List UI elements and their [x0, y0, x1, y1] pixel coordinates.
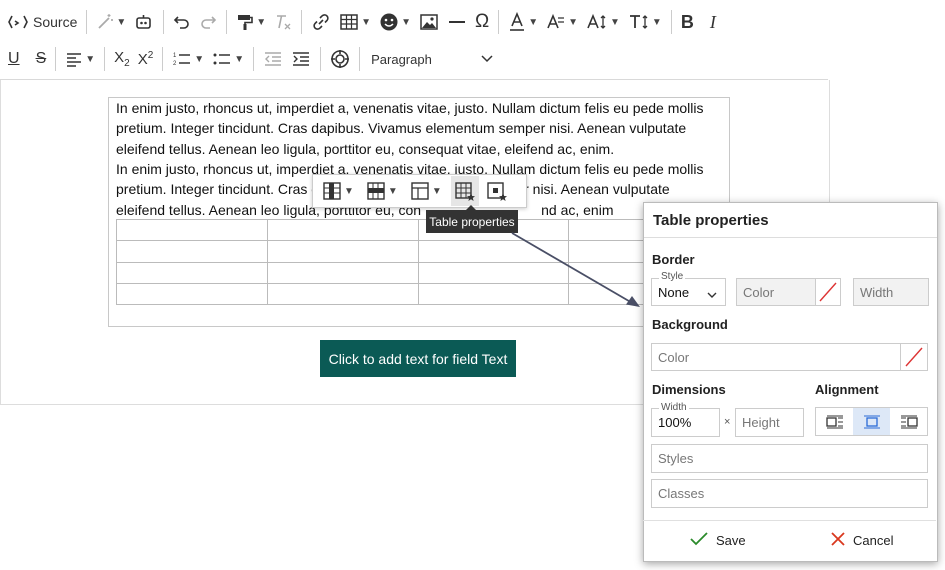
table-height-input[interactable]: Height — [735, 408, 804, 437]
no-color-icon — [905, 347, 923, 367]
border-heading: Border — [652, 252, 695, 267]
no-color-icon — [819, 282, 837, 302]
chevron-down-icon — [707, 287, 717, 302]
cancel-label: Cancel — [853, 532, 894, 548]
border-color-placeholder: Color — [743, 284, 775, 300]
panel-title: Table properties — [644, 203, 937, 238]
table-align-right-icon — [900, 415, 918, 428]
classes-input[interactable]: Classes — [651, 479, 928, 508]
align-center-button[interactable] — [853, 408, 890, 435]
add-field-text-button[interactable]: Click to add text for field Text — [320, 340, 516, 377]
table-align-center-icon — [863, 415, 880, 428]
border-style-select[interactable]: None — [651, 278, 726, 306]
table-align-left-icon — [825, 415, 843, 428]
checkmark-icon — [690, 531, 708, 549]
table-height-placeholder: Height — [742, 415, 780, 430]
border-color-input[interactable]: Color — [736, 278, 816, 306]
background-color-swatch[interactable] — [900, 343, 928, 371]
border-style-label: Style — [659, 271, 686, 282]
align-right-button[interactable] — [890, 408, 927, 435]
table-width-label: Width — [659, 402, 689, 413]
background-color-input[interactable]: Color — [651, 343, 901, 371]
dimension-times-sign: × — [724, 416, 731, 428]
border-width-placeholder: Width — [860, 284, 894, 300]
dimensions-heading: Dimensions — [652, 382, 726, 397]
align-left-button[interactable] — [816, 408, 853, 435]
save-button[interactable]: Save — [690, 520, 746, 560]
border-color-swatch[interactable] — [815, 278, 841, 306]
styles-placeholder: Styles — [658, 451, 694, 466]
styles-input[interactable]: Styles — [651, 444, 928, 473]
alignment-heading: Alignment — [815, 382, 879, 397]
background-heading: Background — [652, 317, 728, 332]
classes-placeholder: Classes — [658, 486, 705, 501]
background-color-placeholder: Color — [658, 349, 690, 365]
cancel-button[interactable]: Cancel — [831, 520, 893, 560]
save-label: Save — [716, 532, 746, 548]
border-width-input[interactable]: Width — [853, 278, 929, 306]
border-style-value: None — [658, 284, 690, 300]
close-icon — [831, 531, 845, 549]
table-width-value: 100% — [658, 415, 692, 430]
table-alignment-group — [815, 407, 928, 436]
